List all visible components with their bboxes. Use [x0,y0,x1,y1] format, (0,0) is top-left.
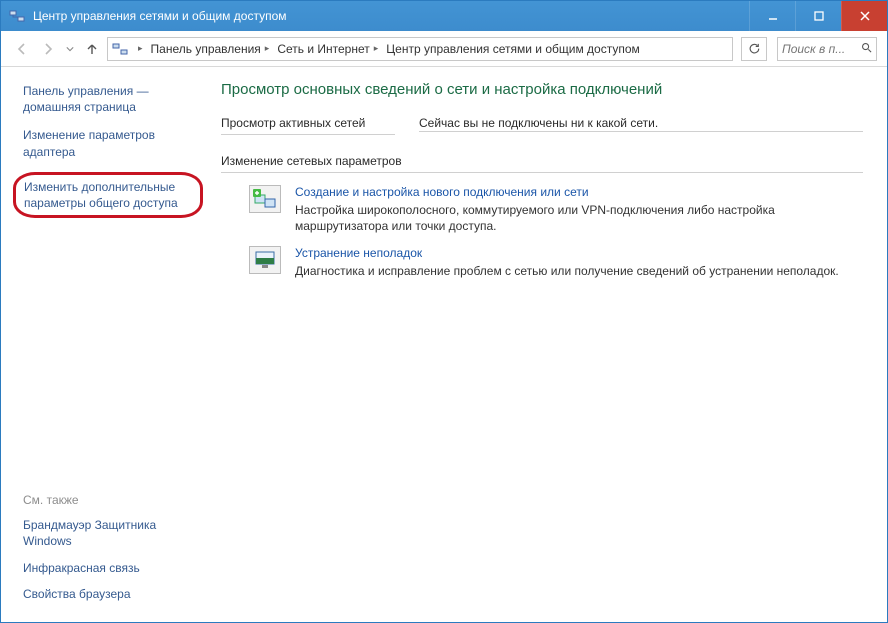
page-heading: Просмотр основных сведений о сети и наст… [221,81,863,98]
seealso-firewall-link[interactable]: Брандмауэр Защитника Windows [23,517,197,549]
highlight-advanced-sharing: Изменить дополнительные параметры общего… [13,172,203,218]
sidebar-home-link[interactable]: Панель управления — домашняя страница [23,83,197,115]
new-connection-link[interactable]: Создание и настройка нового подключения … [295,185,863,199]
minimize-button[interactable] [749,1,795,31]
sidebar-adapter-link[interactable]: Изменение параметров адаптера [23,127,197,159]
main-content: Просмотр основных сведений о сети и наст… [211,67,887,622]
new-connection-item: Создание и настройка нового подключения … [249,185,863,234]
breadcrumb-label: Сеть и Интернет [277,42,369,56]
divider [221,134,395,135]
search-box[interactable] [777,37,877,61]
divider [221,172,863,173]
history-dropdown[interactable] [63,38,77,60]
see-also-header: См. также [23,493,197,507]
sidebar: Панель управления — домашняя страница Из… [1,67,211,622]
app-icon [9,8,25,24]
see-also-section: См. также Брандмауэр Защитника Windows И… [23,493,197,612]
window-title: Центр управления сетями и общим доступом [31,9,749,23]
troubleshoot-link[interactable]: Устранение неполадок [295,246,863,260]
divider [419,131,863,132]
close-button[interactable] [841,1,887,31]
seealso-infrared-link[interactable]: Инфракрасная связь [23,560,197,576]
titlebar: Центр управления сетями и общим доступом [1,1,887,31]
new-connection-icon [249,185,281,213]
window-buttons [749,1,887,31]
sidebar-advanced-sharing-link[interactable]: Изменить дополнительные параметры общего… [24,179,192,211]
new-connection-desc: Настройка широкополосного, коммутируемог… [295,202,863,234]
location-icon [112,41,128,57]
change-settings-label: Изменение сетевых параметров [221,154,863,168]
change-settings-section: Изменение сетевых параметров Создание и … [221,154,863,280]
active-networks-label: Просмотр активных сетей [221,116,395,130]
troubleshoot-icon [249,246,281,274]
troubleshoot-desc: Диагностика и исправление проблем с сеть… [295,263,863,279]
seealso-browser-link[interactable]: Свойства браузера [23,586,197,602]
breadcrumb-label: Центр управления сетями и общим доступом [386,42,640,56]
search-input[interactable] [782,42,852,56]
breadcrumb-seg-1[interactable]: ▸ [130,38,147,60]
breadcrumb-seg-control-panel[interactable]: Панель управления ▸ [147,38,274,60]
search-icon [861,42,872,56]
maximize-button[interactable] [795,1,841,31]
refresh-button[interactable] [741,37,767,61]
nav-row: ▸ Панель управления ▸ Сеть и Интернет ▸ … [1,31,887,67]
up-button[interactable] [81,38,103,60]
forward-button[interactable] [37,38,59,60]
active-networks-message: Сейчас вы не подключены ни к какой сети. [419,116,658,130]
breadcrumb-label: Панель управления [151,42,261,56]
troubleshoot-item: Устранение неполадок Диагностика и испра… [249,246,863,279]
breadcrumb-seg-sharing-center[interactable]: Центр управления сетями и общим доступом [382,38,644,60]
breadcrumb-seg-network[interactable]: Сеть и Интернет ▸ [273,38,382,60]
address-bar[interactable]: ▸ Панель управления ▸ Сеть и Интернет ▸ … [107,37,733,61]
back-button[interactable] [11,38,33,60]
